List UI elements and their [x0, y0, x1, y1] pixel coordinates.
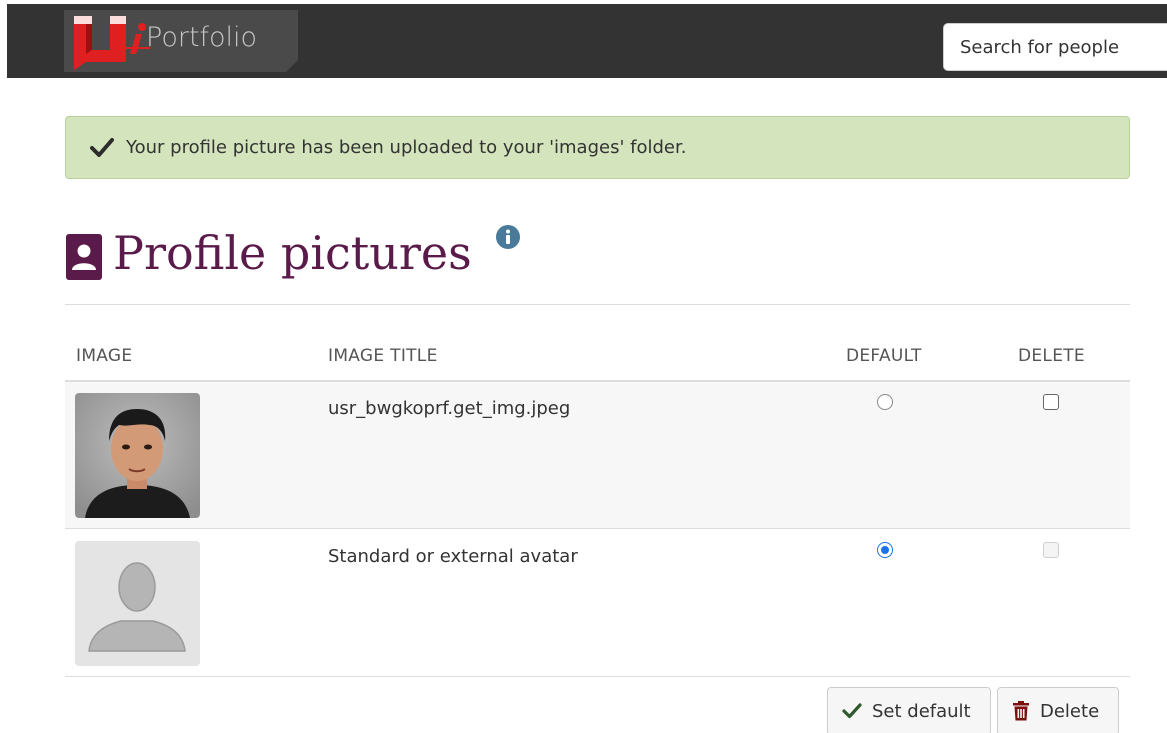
default-radio[interactable]	[877, 394, 893, 410]
table-row: usr_bwgkoprf.get_img.jpeg	[65, 382, 1130, 528]
delete-button[interactable]: Delete	[997, 687, 1119, 733]
set-default-label: Set default	[872, 700, 971, 722]
set-default-button[interactable]: Set default	[827, 687, 991, 733]
column-header-image: IMAGE	[76, 346, 133, 366]
column-header-default: DEFAULT	[846, 346, 922, 366]
avatar-placeholder-thumbnail	[75, 541, 200, 666]
alert-message: Your profile picture has been uploaded t…	[126, 137, 687, 158]
checkmark-icon	[842, 703, 862, 719]
default-radio-selected[interactable]	[877, 542, 893, 558]
portrait-photo-icon	[75, 393, 200, 518]
info-icon[interactable]	[495, 224, 521, 250]
site-logo[interactable]: Portfolio	[64, 10, 298, 72]
page-title: Profile pictures	[113, 226, 472, 280]
checkmark-icon	[90, 138, 114, 157]
column-header-delete: DELETE	[1018, 346, 1085, 366]
delete-checkbox[interactable]	[1043, 394, 1059, 410]
search-people-input[interactable]	[943, 23, 1167, 71]
table-row: Standard or external avatar	[65, 530, 1130, 676]
row-divider	[65, 528, 1130, 529]
profile-card-icon	[66, 234, 102, 280]
default-avatar-icon	[75, 541, 200, 666]
column-header-image-title: IMAGE TITLE	[328, 346, 438, 366]
image-title: usr_bwgkoprf.get_img.jpeg	[328, 398, 571, 419]
heading-divider	[65, 304, 1130, 305]
delete-label: Delete	[1040, 700, 1100, 722]
success-alert: Your profile picture has been uploaded t…	[65, 116, 1130, 179]
image-title: Standard or external avatar	[328, 546, 578, 567]
profile-photo-thumbnail	[75, 393, 200, 518]
trash-icon	[1013, 701, 1029, 721]
delete-checkbox-disabled	[1043, 542, 1059, 558]
row-divider	[65, 676, 1130, 677]
logo-text: Portfolio	[146, 22, 258, 53]
top-navbar: Portfolio	[7, 4, 1167, 78]
